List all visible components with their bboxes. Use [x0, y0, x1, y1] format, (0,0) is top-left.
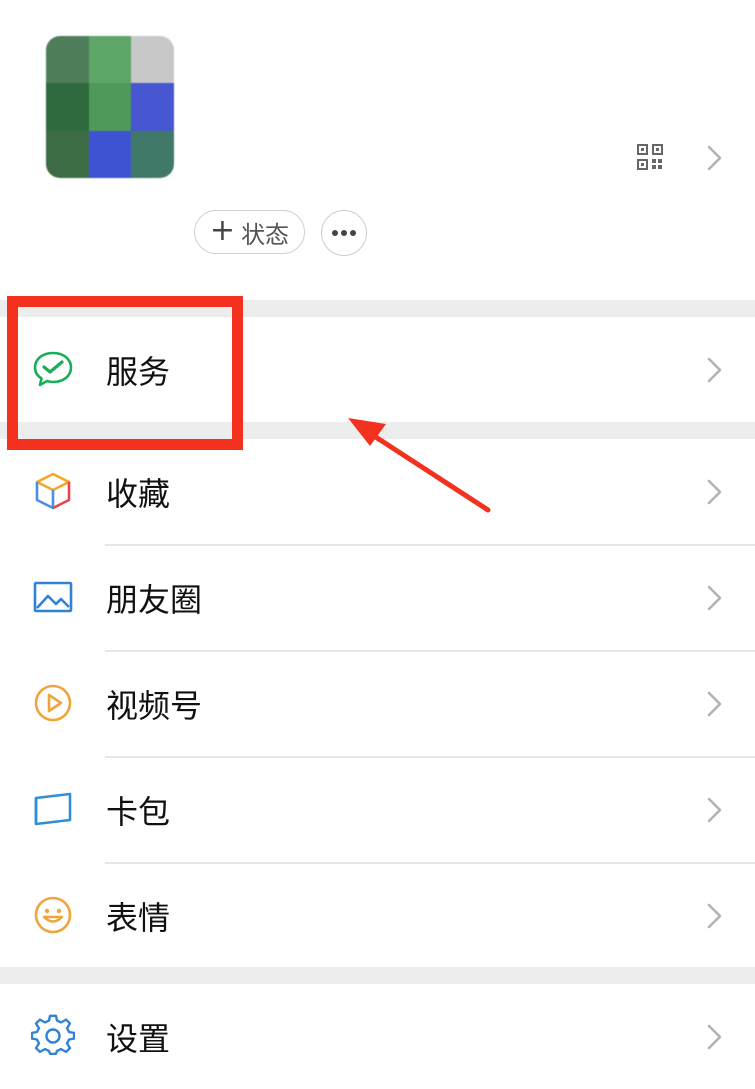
chevron-right-icon [707, 691, 722, 717]
menu-item-stickers[interactable]: 表情 [0, 863, 755, 968]
menu-item-label: 设置 [106, 1019, 171, 1058]
menu-item-label: 卡包 [106, 792, 171, 831]
menu-item-label: 朋友圈 [106, 580, 203, 619]
section-separator [0, 967, 755, 984]
channels-play-icon [34, 684, 72, 722]
card-wallet-icon [34, 792, 72, 826]
add-status-button[interactable]: + 状态 [194, 210, 305, 254]
qr-code-icon[interactable] [636, 143, 664, 171]
chevron-right-icon [707, 903, 722, 929]
menu-item-label: 收藏 [106, 474, 171, 513]
plus-icon: + [209, 213, 236, 248]
menu-item-label: 表情 [106, 898, 171, 937]
chevron-right-icon [707, 1024, 722, 1050]
sticker-smile-icon [34, 896, 72, 934]
more-dots-icon [332, 230, 356, 236]
menu-item-settings[interactable]: 设置 [0, 984, 755, 1089]
chevron-right-icon [707, 357, 722, 383]
more-button[interactable] [321, 210, 367, 256]
annotation-arrow-icon [348, 418, 491, 513]
chevron-right-icon[interactable] [702, 144, 726, 172]
status-label: 状态 [241, 220, 290, 249]
chevron-right-icon [707, 479, 722, 505]
chevron-right-icon [707, 585, 722, 611]
menu-item-moments[interactable]: 朋友圈 [0, 545, 755, 650]
menu-item-label: 视频号 [106, 686, 203, 725]
annotation-highlight-box [7, 296, 243, 450]
chevron-right-icon [707, 797, 722, 823]
moments-picture-icon [33, 581, 73, 613]
favorites-cube-icon [35, 472, 71, 510]
settings-gear-icon [31, 1014, 75, 1055]
avatar[interactable] [46, 36, 174, 178]
menu-item-channels[interactable]: 视频号 [0, 651, 755, 756]
menu-item-card-wallet[interactable]: 卡包 [0, 757, 755, 862]
